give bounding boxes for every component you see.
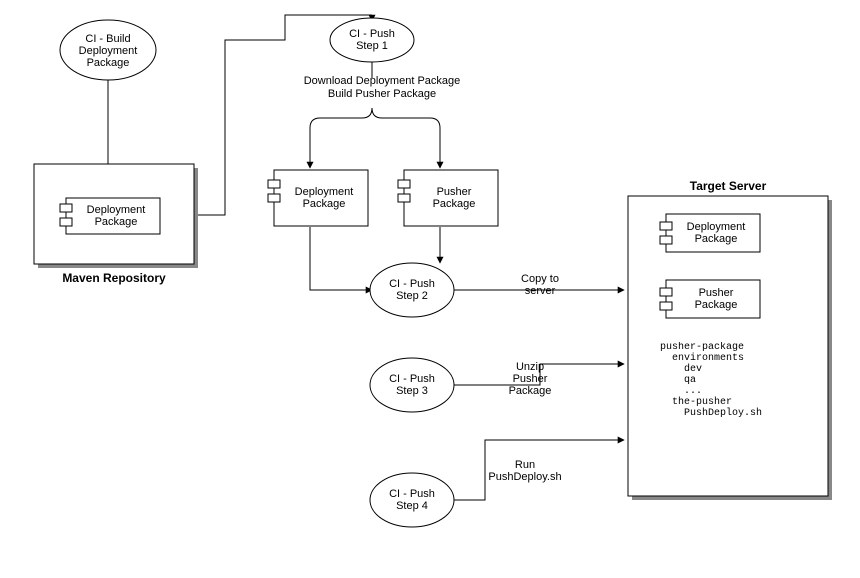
center-pusher-package-component: Pusher Package bbox=[398, 170, 498, 226]
svg-text:CI - Build: CI - Build bbox=[85, 33, 130, 45]
ci-build-ellipse: CI - Build Deployment Package bbox=[60, 20, 156, 80]
svg-text:server: server bbox=[525, 285, 556, 297]
target-deployment-package-component: Deployment Package bbox=[660, 214, 760, 252]
svg-text:Pusher: Pusher bbox=[513, 373, 548, 385]
maven-repository-label: Maven Repository bbox=[62, 271, 166, 285]
svg-text:Deployment: Deployment bbox=[87, 204, 146, 216]
svg-text:Step 3: Step 3 bbox=[396, 385, 428, 397]
svg-text:Run: Run bbox=[515, 459, 535, 471]
svg-text:Package: Package bbox=[695, 299, 738, 311]
ci-push-step3-ellipse: CI - Push Step 3 bbox=[370, 358, 454, 412]
svg-text:PushDeploy.sh: PushDeploy.sh bbox=[488, 471, 561, 483]
unzip-annotation: Unzip Pusher Package bbox=[509, 361, 552, 397]
svg-text:Package: Package bbox=[87, 57, 130, 69]
svg-text:Package: Package bbox=[433, 198, 476, 210]
svg-text:Pusher: Pusher bbox=[699, 287, 734, 299]
svg-text:Step 4: Step 4 bbox=[396, 500, 428, 512]
svg-text:CI - Push: CI - Push bbox=[389, 373, 435, 385]
svg-text:CI - Push: CI - Push bbox=[349, 28, 395, 40]
svg-text:Step 1: Step 1 bbox=[356, 40, 388, 52]
svg-text:Package: Package bbox=[509, 385, 552, 397]
svg-text:Build Pusher Package: Build Pusher Package bbox=[328, 88, 436, 100]
center-deployment-package-component: Deployment Package bbox=[268, 170, 368, 226]
svg-text:Deployment: Deployment bbox=[687, 221, 746, 233]
ci-push-step2-ellipse: CI - Push Step 2 bbox=[370, 263, 454, 317]
svg-text:CI - Push: CI - Push bbox=[389, 278, 435, 290]
copy-to-server-annotation: Copy to server bbox=[521, 273, 559, 297]
svg-text:Package: Package bbox=[95, 216, 138, 228]
run-annotation: Run PushDeploy.sh bbox=[488, 459, 561, 483]
svg-text:Pusher: Pusher bbox=[437, 186, 472, 198]
download-build-annotation: Download Deployment Package Build Pusher… bbox=[304, 75, 461, 100]
svg-text:Deployment: Deployment bbox=[79, 45, 138, 57]
maven-deployment-package-component: Deployment Package bbox=[60, 198, 160, 234]
pusher-package-tree: pusher-package environments dev qa ... t… bbox=[660, 342, 830, 419]
svg-text:Step 2: Step 2 bbox=[396, 290, 428, 302]
svg-text:Unzip: Unzip bbox=[516, 361, 544, 373]
svg-text:CI - Push: CI - Push bbox=[389, 488, 435, 500]
target-server-label: Target Server bbox=[690, 179, 767, 193]
target-pusher-package-component: Pusher Package bbox=[660, 280, 760, 318]
ci-push-step1-ellipse: CI - Push Step 1 bbox=[330, 18, 414, 62]
svg-text:Package: Package bbox=[695, 233, 738, 245]
svg-text:Download Deployment Package: Download Deployment Package bbox=[304, 75, 461, 87]
svg-text:Copy to: Copy to bbox=[521, 273, 559, 285]
svg-text:Package: Package bbox=[303, 198, 346, 210]
ci-push-step4-ellipse: CI - Push Step 4 bbox=[370, 473, 454, 527]
svg-text:Deployment: Deployment bbox=[295, 186, 354, 198]
